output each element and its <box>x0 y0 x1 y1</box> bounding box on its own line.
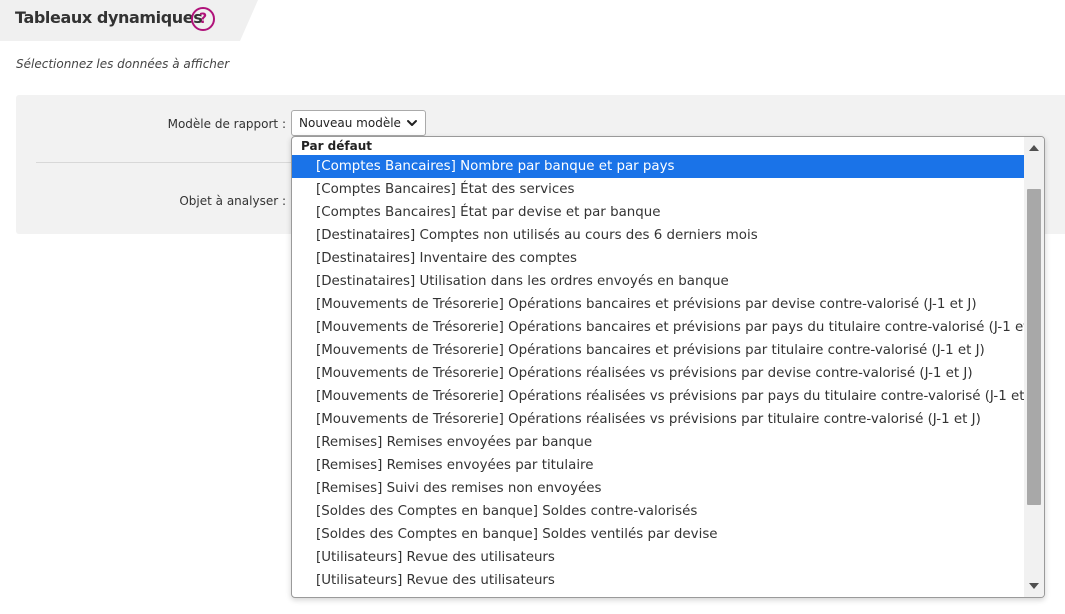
page-subtitle: Sélectionnez les données à afficher <box>16 57 230 71</box>
dropdown-option[interactable]: [Destinataires] Comptes non utilisés au … <box>292 224 1024 247</box>
dropdown-option[interactable]: [Destinataires] Inventaire des comptes <box>292 247 1024 270</box>
modele-rapport-select[interactable]: Nouveau modèle <box>291 110 426 136</box>
dropdown-option[interactable]: [Mouvements de Trésorerie] Opérations ré… <box>292 408 1024 431</box>
form-divider <box>36 162 291 163</box>
dropdown-option[interactable]: [Utilisateurs] Revue des utilisateurs <box>292 569 1024 592</box>
dropdown-option[interactable]: [Soldes des Comptes en banque] Soldes ve… <box>292 523 1024 546</box>
dropdown-option[interactable]: [Utilisateurs] Revue des utilisateurs <box>292 546 1024 569</box>
dropdown-option[interactable]: [Mouvements de Trésorerie] Opérations ré… <box>292 385 1024 408</box>
dropdown-option[interactable]: [Mouvements de Trésorerie] Opérations ré… <box>292 362 1024 385</box>
dropdown-option[interactable]: [Mouvements de Trésorerie] Opérations ba… <box>292 316 1024 339</box>
objet-dropdown-list[interactable]: Par défaut [Comptes Bancaires] Nombre pa… <box>291 136 1045 598</box>
dropdown-option[interactable]: [Remises] Suivi des remises non envoyées <box>292 477 1024 500</box>
header-tab: Tableaux dynamiques ? <box>0 0 258 41</box>
scroll-down-icon[interactable] <box>1029 583 1039 589</box>
options-list: [Comptes Bancaires] Nombre par banque et… <box>292 155 1024 592</box>
scroll-up-icon[interactable] <box>1029 145 1039 151</box>
help-question-icon[interactable]: ? <box>191 7 215 31</box>
scrollbar-thumb[interactable] <box>1027 189 1041 505</box>
objet-analyser-label: Objet à analyser : <box>179 194 286 208</box>
dropdown-option[interactable]: [Remises] Remises envoyées par banque <box>292 431 1024 454</box>
dropdown-option[interactable]: [Soldes des Comptes en banque] Soldes co… <box>292 500 1024 523</box>
page: Tableaux dynamiques ? Sélectionnez les d… <box>0 0 1065 614</box>
dropdown-option[interactable]: [Mouvements de Trésorerie] Opérations ba… <box>292 293 1024 316</box>
modele-rapport-label: Modèle de rapport : <box>167 117 286 131</box>
chevron-down-icon <box>407 120 417 126</box>
dropdown-option[interactable]: [Remises] Remises envoyées par titulaire <box>292 454 1024 477</box>
optgroup-label: Par défaut <box>301 139 372 153</box>
dropdown-option[interactable]: [Mouvements de Trésorerie] Opérations ba… <box>292 339 1024 362</box>
dropdown-option[interactable]: [Destinataires] Utilisation dans les ord… <box>292 270 1024 293</box>
page-title: Tableaux dynamiques <box>15 8 203 27</box>
dropdown-option[interactable]: [Comptes Bancaires] Nombre par banque et… <box>292 155 1024 178</box>
modele-rapport-value: Nouveau modèle <box>299 116 401 130</box>
dropdown-scrollbar[interactable] <box>1024 137 1044 597</box>
dropdown-option[interactable]: [Comptes Bancaires] État par devise et p… <box>292 201 1024 224</box>
dropdown-option[interactable]: [Comptes Bancaires] État des services <box>292 178 1024 201</box>
